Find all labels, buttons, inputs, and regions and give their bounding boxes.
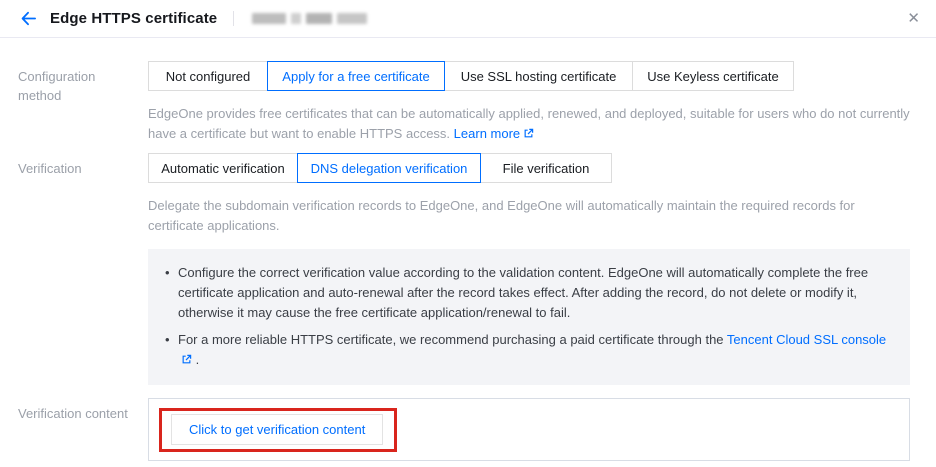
tab-file-verification[interactable]: File verification [480, 153, 612, 183]
configuration-method-tabs: Not configured Apply for a free certific… [148, 61, 794, 91]
notice-item-suffix: . [192, 352, 199, 367]
external-link-icon [181, 351, 192, 371]
notice-item-text: Configure the correct verification value… [178, 265, 868, 320]
tab-apply-free-certificate[interactable]: Apply for a free certificate [267, 61, 445, 91]
tab-automatic-verification[interactable]: Automatic verification [148, 153, 298, 183]
notice-list: Configure the correct verification value… [164, 263, 890, 371]
external-link-icon [523, 125, 534, 145]
configuration-method-row: Configuration method Not configured Appl… [0, 61, 936, 145]
dialog-body: Configuration method Not configured Appl… [0, 38, 936, 461]
learn-more-link[interactable]: Learn more [454, 126, 534, 141]
configuration-method-description: EdgeOne provides free certificates that … [148, 104, 910, 145]
verification-label: Verification [18, 153, 148, 236]
tab-not-configured[interactable]: Not configured [148, 61, 268, 91]
back-arrow-icon[interactable] [18, 9, 38, 29]
verification-content-row: Verification content Click to get verifi… [0, 398, 936, 461]
learn-more-label: Learn more [454, 126, 520, 141]
verification-content-panel: Click to get verification content [148, 398, 910, 461]
notice-item-text: For a more reliable HTTPS certificate, w… [178, 332, 724, 347]
tab-use-keyless-certificate[interactable]: Use Keyless certificate [632, 61, 794, 91]
verification-description: Delegate the subdomain verification reco… [148, 196, 910, 236]
tab-dns-delegation-verification[interactable]: DNS delegation verification [297, 153, 481, 183]
notice-item: For a more reliable HTTPS certificate, w… [164, 330, 890, 371]
ssl-console-link-label: Tencent Cloud SSL console [727, 332, 886, 347]
notice-item: Configure the correct verification value… [164, 263, 890, 323]
notice-box: Configure the correct verification value… [148, 249, 910, 385]
back-arrow-glyph [20, 10, 37, 27]
header-divider [233, 11, 234, 26]
verification-content-label: Verification content [18, 398, 148, 461]
page-title: Edge HTTPS certificate [50, 10, 217, 27]
get-verification-content-button[interactable]: Click to get verification content [171, 414, 383, 445]
dialog-header: Edge HTTPS certificate ✕ [0, 0, 936, 38]
verification-tabs: Automatic verification DNS delegation ve… [148, 153, 612, 183]
tab-use-ssl-hosting-certificate[interactable]: Use SSL hosting certificate [444, 61, 633, 91]
redacted-site-name [252, 13, 367, 24]
close-icon[interactable]: ✕ [907, 9, 920, 29]
configuration-method-label: Configuration method [18, 61, 148, 145]
verification-row: Verification Automatic verification DNS … [0, 153, 936, 236]
